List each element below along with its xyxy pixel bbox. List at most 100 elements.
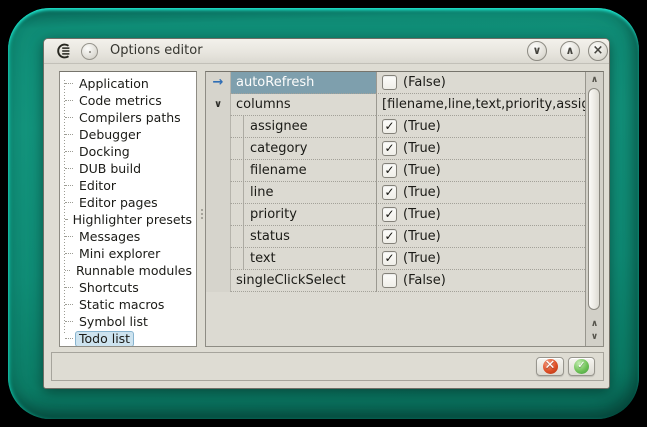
property-row[interactable]: → ∨ filename ✓ (True) bbox=[206, 160, 585, 182]
property-row[interactable]: → ∨ text ✓ (True) bbox=[206, 248, 585, 270]
property-row[interactable]: → ∨ category ✓ (True) bbox=[206, 138, 585, 160]
row-gutter: → ∨ bbox=[206, 248, 230, 270]
tree-branch-line bbox=[65, 134, 73, 135]
property-name: assignee bbox=[250, 119, 308, 134]
sidebar-item-label: Mini explorer bbox=[75, 246, 164, 262]
cancel-button[interactable]: ✕ bbox=[536, 357, 564, 376]
sidebar-item[interactable]: Highlighter presets bbox=[60, 211, 196, 228]
property-name-cell[interactable]: line bbox=[230, 182, 376, 204]
ok-button[interactable]: ✓ bbox=[568, 357, 595, 376]
sidebar-item-label: Runnable modules bbox=[72, 263, 196, 279]
sidebar-item[interactable]: Compilers paths bbox=[60, 109, 196, 126]
property-row[interactable]: → ∨ columns [filename,line,text,priority… bbox=[206, 94, 585, 116]
collapse-chevron-icon[interactable]: ∨ bbox=[210, 94, 226, 116]
property-value-cell[interactable]: ✓ (True) bbox=[376, 182, 585, 204]
sidebar-item[interactable]: Shortcuts bbox=[60, 279, 196, 296]
property-value-cell[interactable]: ✓ (True) bbox=[376, 226, 585, 248]
row-gutter: → ∨ bbox=[206, 72, 230, 94]
sidebar-item[interactable]: Debugger bbox=[60, 126, 196, 143]
vertical-scrollbar[interactable]: ∧ ∧ ∨ bbox=[585, 72, 603, 346]
row-gutter: → ∨ bbox=[206, 182, 230, 204]
sidebar-item[interactable]: Todo list bbox=[60, 330, 196, 347]
property-name: status bbox=[250, 229, 290, 244]
checkbox[interactable] bbox=[382, 273, 397, 288]
property-row[interactable]: → ∨ assignee ✓ (True) bbox=[206, 116, 585, 138]
property-name: priority bbox=[250, 207, 297, 222]
row-gutter: → ∨ bbox=[206, 270, 230, 292]
sidebar-item[interactable]: Editor bbox=[60, 177, 196, 194]
maximize-button[interactable]: ∧ bbox=[560, 41, 580, 61]
property-name-cell[interactable]: category bbox=[230, 138, 376, 160]
property-name: line bbox=[250, 185, 273, 200]
checkbox[interactable]: ✓ bbox=[382, 185, 397, 200]
row-gutter: → ∨ bbox=[206, 138, 230, 160]
checkbox[interactable]: ✓ bbox=[382, 251, 397, 266]
checkbox[interactable] bbox=[382, 75, 397, 90]
property-row[interactable]: → ∨ line ✓ (True) bbox=[206, 182, 585, 204]
property-row[interactable]: → ∨ status ✓ (True) bbox=[206, 226, 585, 248]
scroll-up-button-2[interactable]: ∧ bbox=[586, 318, 603, 330]
checkbox[interactable]: ✓ bbox=[382, 207, 397, 222]
sidebar-item[interactable]: Mini explorer bbox=[60, 245, 196, 262]
property-value-cell[interactable]: (False) bbox=[376, 72, 585, 94]
property-name-cell[interactable]: priority bbox=[230, 204, 376, 226]
sidebar-item-label: DUB build bbox=[75, 161, 145, 177]
sidebar-item[interactable]: DUB build bbox=[60, 160, 196, 177]
property-name-cell[interactable]: filename bbox=[230, 160, 376, 182]
app-logo-icon bbox=[55, 42, 73, 60]
property-name-cell[interactable]: assignee bbox=[230, 116, 376, 138]
sidebar-item-label: Todo list bbox=[75, 331, 134, 347]
property-name-cell[interactable]: status bbox=[230, 226, 376, 248]
tree-guide-line bbox=[64, 80, 65, 334]
checkbox[interactable]: ✓ bbox=[382, 229, 397, 244]
property-name-cell[interactable]: columns bbox=[230, 94, 376, 116]
checkbox[interactable]: ✓ bbox=[382, 163, 397, 178]
categories-tree[interactable]: Application Code metrics Compilers paths… bbox=[59, 71, 197, 347]
indent-guide bbox=[243, 116, 244, 137]
property-name-cell[interactable]: text bbox=[230, 248, 376, 270]
property-name-cell[interactable]: singleClickSelect bbox=[230, 270, 376, 292]
window-menu-button[interactable] bbox=[81, 43, 98, 60]
checkbox[interactable]: ✓ bbox=[382, 141, 397, 156]
property-row[interactable]: → ∨ singleClickSelect (False) bbox=[206, 270, 585, 292]
sidebar-item[interactable]: Static macros bbox=[60, 296, 196, 313]
sidebar-item-label: Static macros bbox=[75, 297, 168, 313]
scroll-down-button[interactable]: ∨ bbox=[586, 331, 603, 343]
property-name: columns bbox=[236, 97, 291, 112]
splitter-handle[interactable] bbox=[198, 71, 205, 347]
property-row[interactable]: → ∨ priority ✓ (True) bbox=[206, 204, 585, 226]
sidebar-item-label: Code metrics bbox=[75, 93, 166, 109]
sidebar-item[interactable]: Editor pages bbox=[60, 194, 196, 211]
property-grid[interactable]: → ∨ autoRefresh (False) → ∨ columns [fil… bbox=[205, 71, 604, 347]
property-row[interactable]: → ∨ autoRefresh (False) bbox=[206, 72, 585, 94]
sidebar-item[interactable]: Messages bbox=[60, 228, 196, 245]
options-editor-window: Options editor ∨ ∧ × Application Code me… bbox=[43, 38, 610, 389]
tree-branch-line bbox=[65, 253, 73, 254]
sidebar-item[interactable]: Runnable modules bbox=[60, 262, 196, 279]
sidebar-item-label: Shortcuts bbox=[75, 280, 143, 296]
tree-branch-line bbox=[65, 219, 67, 220]
property-value-cell[interactable]: [filename,line,text,priority,assigne bbox=[376, 94, 585, 116]
scrollbar-thumb[interactable] bbox=[588, 88, 600, 310]
shade-button[interactable]: ∨ bbox=[527, 41, 547, 61]
property-value-cell[interactable]: ✓ (True) bbox=[376, 248, 585, 270]
sidebar-item-label: Editor pages bbox=[75, 195, 162, 211]
sidebar-item[interactable]: Symbol list bbox=[60, 313, 196, 330]
property-value-cell[interactable]: (False) bbox=[376, 270, 585, 292]
checkbox[interactable]: ✓ bbox=[382, 119, 397, 134]
property-value-cell[interactable]: ✓ (True) bbox=[376, 116, 585, 138]
close-button[interactable]: × bbox=[588, 41, 608, 61]
titlebar[interactable]: Options editor ∨ ∧ × bbox=[44, 39, 609, 64]
indent-guide bbox=[243, 138, 244, 159]
selected-row-arrow-icon: → bbox=[210, 72, 226, 94]
property-value-cell[interactable]: ✓ (True) bbox=[376, 138, 585, 160]
property-name-cell[interactable]: autoRefresh bbox=[230, 72, 376, 94]
property-value-cell[interactable]: ✓ (True) bbox=[376, 204, 585, 226]
sidebar-item[interactable]: Docking bbox=[60, 143, 196, 160]
scroll-up-button[interactable]: ∧ bbox=[586, 74, 603, 86]
tree-branch-line bbox=[65, 151, 73, 152]
property-value: (True) bbox=[403, 185, 441, 200]
sidebar-item[interactable]: Code metrics bbox=[60, 92, 196, 109]
sidebar-item[interactable]: Application bbox=[60, 75, 196, 92]
property-value-cell[interactable]: ✓ (True) bbox=[376, 160, 585, 182]
